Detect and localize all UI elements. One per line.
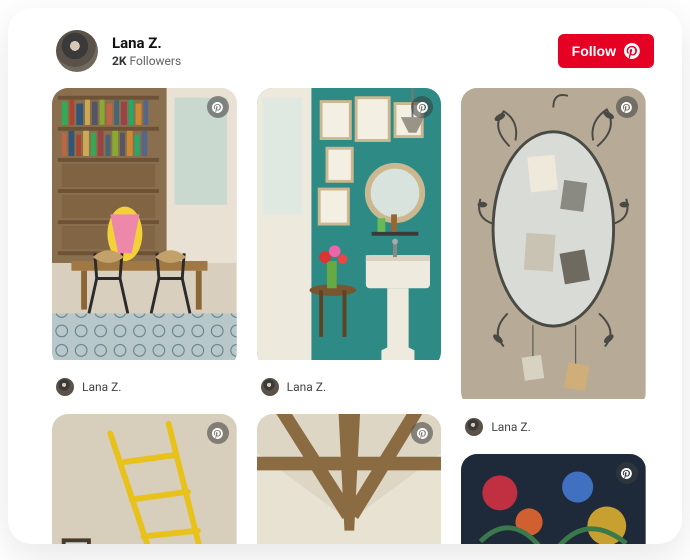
- save-pin-button[interactable]: [616, 462, 638, 484]
- follow-button[interactable]: Follow: [558, 34, 654, 68]
- pin-author: Lana Z.: [287, 380, 326, 394]
- pin[interactable]: Lana Z.: [257, 88, 442, 400]
- pin-attribution[interactable]: Lana Z.: [257, 368, 442, 400]
- pin[interactable]: Lana Z.: [52, 88, 237, 400]
- pin-image[interactable]: [257, 414, 442, 544]
- save-pin-button[interactable]: [207, 422, 229, 444]
- avatar-small: [465, 418, 483, 436]
- followers-count: 2K Followers: [112, 54, 181, 68]
- pin[interactable]: Lana Z.: [461, 454, 646, 544]
- profile-block[interactable]: Lana Z. 2K Followers: [56, 30, 181, 72]
- save-pin-button[interactable]: [616, 96, 638, 118]
- pin-attribution[interactable]: Lana Z.: [52, 368, 237, 400]
- save-pin-button[interactable]: [207, 96, 229, 118]
- pin[interactable]: Lana Z.: [461, 88, 646, 440]
- pin-grid: Lana Z. Lana Z.: [8, 80, 682, 544]
- profile-header: Lana Z. 2K Followers Follow: [8, 8, 682, 80]
- pinterest-icon: [624, 43, 640, 59]
- pin-author: Lana Z.: [491, 420, 530, 434]
- avatar-small: [261, 378, 279, 396]
- pin[interactable]: Lana Z.: [52, 414, 237, 544]
- follow-label: Follow: [572, 43, 616, 59]
- pin[interactable]: Lana Z.: [257, 414, 442, 544]
- pin-image[interactable]: [461, 454, 646, 544]
- pin-image[interactable]: [257, 88, 442, 368]
- pin-image[interactable]: [461, 88, 646, 408]
- avatar[interactable]: [56, 30, 98, 72]
- pin-image[interactable]: [52, 88, 237, 368]
- pin-image[interactable]: [52, 414, 237, 544]
- avatar-small: [56, 378, 74, 396]
- pin-attribution[interactable]: Lana Z.: [461, 408, 646, 440]
- profile-name: Lana Z.: [112, 34, 181, 52]
- pin-author: Lana Z.: [82, 380, 121, 394]
